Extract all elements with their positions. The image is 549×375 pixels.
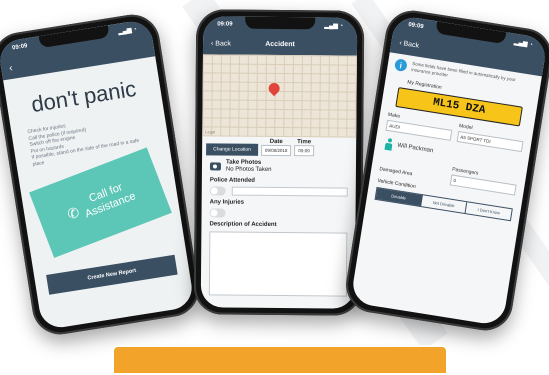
- location-row: Change Location Date 09/08/2018 Time 09:…: [202, 136, 356, 157]
- signal-icon: ▂▄▆ ◔: [513, 39, 534, 49]
- phone-notch: [245, 16, 316, 30]
- time-field[interactable]: Time 09:09: [294, 139, 314, 157]
- injuries-toggle[interactable]: [209, 208, 226, 218]
- police-attended-label: Police Attended: [209, 177, 255, 184]
- photos-status: No Photos Taken: [225, 166, 272, 173]
- promo-banner: [112, 345, 448, 375]
- police-attended-toggle[interactable]: [209, 186, 226, 196]
- phone-icon: ✆: [64, 203, 82, 223]
- phone-mockup-emergency: 09:09 ▂▄▆ ◔ ‹ don't panic Check for inju…: [0, 10, 203, 339]
- create-new-report-button[interactable]: Create New Report: [46, 254, 178, 295]
- status-time: 09:09: [407, 21, 424, 31]
- description-label: Description of Accident: [209, 221, 277, 228]
- phone-mockup-vehicle-details: 09:09 ▂▄▆ ◔ ‹ Back i Some fields have be…: [342, 6, 549, 335]
- take-photos-row[interactable]: Take Photos No Photos Taken: [202, 155, 356, 174]
- map-legal-label: Legal: [205, 129, 216, 135]
- back-chevron-icon[interactable]: ‹: [8, 62, 13, 73]
- signal-icon: ▂▄▆ ◔: [324, 22, 344, 30]
- phone-screen: 09:09 ▂▄▆ ◔ ‹ don't panic Check for inju…: [0, 18, 195, 331]
- status-time: 09:09: [217, 21, 233, 28]
- phone-mockup-accident-form: 09:09 ▂▄▆ ◔ ‹ Back Accident Legal Change…: [193, 9, 365, 316]
- back-button[interactable]: ‹ Back: [399, 39, 420, 49]
- description-textarea[interactable]: [208, 231, 348, 297]
- person-icon: [384, 138, 393, 151]
- time-value[interactable]: 09:09: [294, 145, 314, 157]
- status-time: 09:09: [11, 43, 28, 52]
- police-reference-input[interactable]: [231, 186, 348, 197]
- nav-bar: ‹ Back Accident: [203, 32, 357, 55]
- date-field[interactable]: Date 09/08/2018: [260, 139, 292, 157]
- signal-icon: ▂▄▆ ◔: [117, 26, 138, 36]
- segment-not-drivable[interactable]: Not Drivable: [420, 195, 468, 214]
- phone-screen: 09:09 ▂▄▆ ◔ ‹ Back i Some fields have be…: [350, 14, 548, 327]
- change-location-button[interactable]: Change Location: [206, 143, 258, 156]
- back-button[interactable]: ‹ Back: [211, 40, 231, 47]
- header-bar: 09:09 ▂▄▆ ◔ ‹: [0, 18, 156, 81]
- phone-screen: 09:09 ▂▄▆ ◔ ‹ Back Accident Legal Change…: [200, 16, 358, 309]
- camera-icon: [209, 162, 221, 171]
- segment-dont-know[interactable]: I Don't Know: [466, 202, 512, 220]
- back-label: Back: [403, 39, 420, 50]
- date-value[interactable]: 09/08/2018: [260, 144, 292, 157]
- any-injuries-label: Any Injuries: [209, 199, 245, 206]
- segment-drivable[interactable]: Drivable: [375, 188, 423, 207]
- location-pin-icon: [266, 80, 282, 97]
- back-label: Back: [215, 39, 231, 48]
- location-map[interactable]: Legal: [202, 54, 357, 138]
